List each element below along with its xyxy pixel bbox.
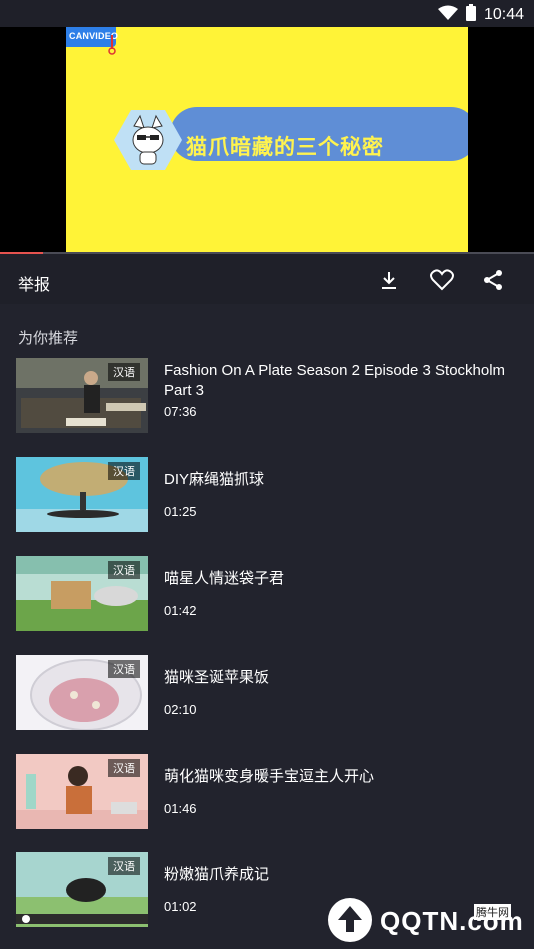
thumbnail[interactable]: 汉语 [16, 754, 148, 829]
video-frame[interactable]: CANVIDEO 猫爪暗藏的三个秘密 [66, 27, 468, 252]
thumbnail[interactable]: 汉语 [16, 358, 148, 433]
item-duration: 07:36 [164, 404, 197, 419]
item-duration: 02:10 [164, 702, 197, 717]
video-player[interactable]: CANVIDEO 猫爪暗藏的三个秘密 [0, 27, 534, 252]
thumbnail[interactable]: 汉语 [16, 655, 148, 730]
item-duration: 01:42 [164, 603, 197, 618]
item-duration: 01:25 [164, 504, 197, 519]
language-badge: 汉语 [108, 660, 140, 678]
cat-icon [114, 110, 182, 170]
video-title-overlay: 猫爪暗藏的三个秘密 [186, 136, 384, 159]
clock: 10:44 [483, 6, 524, 23]
item-title[interactable]: 喵星人情迷袋子君 [164, 569, 524, 589]
share-icon[interactable] [479, 266, 507, 294]
heart-icon[interactable] [428, 266, 456, 294]
status-bar: 10:44 [0, 0, 534, 27]
item-duration: 01:02 [164, 899, 197, 914]
list-item[interactable]: 汉语 喵星人情迷袋子君 01:42 [16, 556, 521, 634]
watermark: QQTN.com 腾牛网 [324, 896, 524, 944]
thumbnail[interactable]: 汉语 [16, 852, 148, 927]
item-duration: 01:46 [164, 801, 197, 816]
language-badge: 汉语 [108, 561, 140, 579]
language-badge: 汉语 [108, 462, 140, 480]
battery-icon [465, 4, 476, 26]
language-badge: 汉语 [108, 363, 140, 381]
list-item[interactable]: 汉语 DIY麻绳猫抓球 01:25 [16, 457, 521, 535]
item-title[interactable]: Fashion On A Plate Season 2 Episode 3 St… [164, 361, 524, 401]
list-item[interactable]: 汉语 Fashion On A Plate Season 2 Episode 3… [16, 358, 521, 436]
brand-logo: CANVIDEO [66, 27, 118, 55]
section-title: 为你推荐 [18, 330, 79, 347]
thumbnail[interactable]: 汉语 [16, 556, 148, 631]
thumbnail[interactable]: 汉语 [16, 457, 148, 532]
language-badge: 汉语 [108, 759, 140, 777]
download-icon[interactable] [375, 266, 403, 294]
list-item[interactable]: 汉语 萌化猫咪变身暖手宝逗主人开心 01:46 [16, 754, 521, 832]
item-title[interactable]: 粉嫩猫爪养成记 [164, 865, 524, 885]
wifi-icon [437, 5, 458, 26]
item-title[interactable]: DIY麻绳猫抓球 [164, 470, 524, 490]
item-title[interactable]: 萌化猫咪变身暖手宝逗主人开心 [164, 767, 524, 787]
report-button[interactable]: 举报 [18, 271, 50, 295]
language-badge: 汉语 [108, 857, 140, 875]
action-bar: 举报 [0, 254, 534, 304]
list-item[interactable]: 汉语 猫咪圣诞苹果饭 02:10 [16, 655, 521, 733]
item-title[interactable]: 猫咪圣诞苹果饭 [164, 668, 524, 688]
status-icons: 10:44 [437, 4, 524, 26]
